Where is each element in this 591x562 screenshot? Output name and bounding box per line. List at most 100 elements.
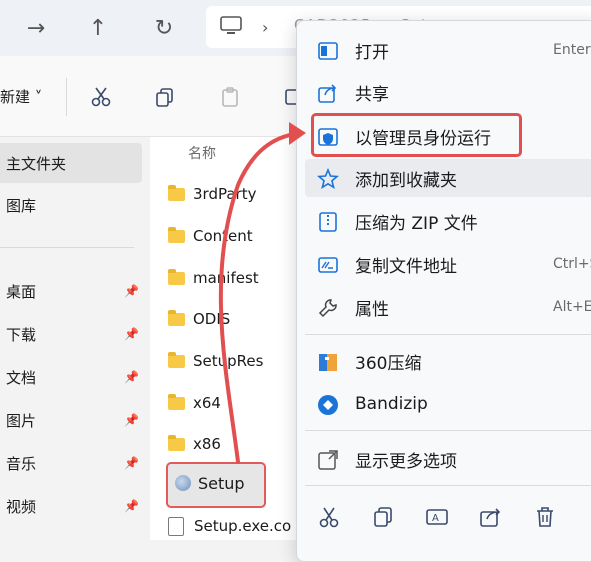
menu-item-label: 复制文件地址 <box>355 256 457 277</box>
delete-icon[interactable] <box>533 505 557 529</box>
list-item[interactable]: 3rdParty <box>168 177 256 211</box>
shortcut-label: Alt+E <box>553 299 591 315</box>
file-name: Setup <box>198 474 245 493</box>
menu-item-copy-path[interactable]: 复制文件地址 Ctrl+S <box>305 245 591 283</box>
menu-item-label: 添加到收藏夹 <box>355 170 457 191</box>
folder-icon <box>168 268 185 285</box>
folder-icon <box>168 226 185 243</box>
computer-icon <box>220 16 242 34</box>
menu-item-label: 打开 <box>355 42 389 63</box>
menu-item-label: 360压缩 <box>355 353 422 374</box>
new-button[interactable]: 新建 ˅ <box>0 86 42 107</box>
sidebar-item-label: 主文件夹 <box>6 154 67 173</box>
file-name: x86 <box>193 435 221 453</box>
file-name: 3rdParty <box>193 185 257 203</box>
menu-item-label: Bandizip <box>355 394 428 414</box>
pin-icon[interactable]: 📌 <box>124 370 139 384</box>
column-header-name[interactable]: 名称 <box>188 143 216 163</box>
sidebar-divider <box>0 247 134 248</box>
open-icon <box>318 42 338 60</box>
menu-item-share[interactable]: 共享 <box>305 73 591 111</box>
sidebar-item-music[interactable]: 音乐 📌 <box>0 443 142 483</box>
menu-separator <box>305 430 591 431</box>
refresh-icon[interactable]: ↻ <box>148 12 180 44</box>
sidebar-item-label: 视频 <box>6 497 37 516</box>
copy-icon[interactable] <box>150 82 180 112</box>
menu-item-open[interactable]: 打开 Enter <box>305 31 591 69</box>
sidebar-item-label: 文档 <box>6 368 37 387</box>
list-item[interactable]: x64 <box>168 386 221 420</box>
file-name: SetupRes <box>193 352 264 370</box>
bandizip-icon <box>318 395 338 415</box>
up-arrow-icon[interactable]: ↑ <box>82 12 114 44</box>
folder-icon <box>168 309 185 326</box>
list-item[interactable]: SetupRes <box>168 344 263 378</box>
copy-path-icon <box>318 257 338 273</box>
star-icon <box>317 168 339 190</box>
menu-item-more-options[interactable]: 显示更多选项 <box>305 440 591 478</box>
menu-item-properties[interactable]: 属性 Alt+E <box>305 288 591 326</box>
folder-icon <box>168 351 185 368</box>
list-item[interactable]: Setup.exe.co <box>168 509 291 543</box>
toolbar-divider <box>66 78 67 116</box>
setup-app-icon <box>175 475 191 491</box>
pin-icon[interactable]: 📌 <box>124 327 139 341</box>
menu-item-label: 显示更多选项 <box>355 451 457 472</box>
sidebar-item-label: 音乐 <box>6 454 37 473</box>
sidebar-item-desktop[interactable]: 桌面 📌 <box>0 271 142 311</box>
menu-item-label: 共享 <box>355 84 389 105</box>
document-icon <box>168 516 184 536</box>
svg-text:A: A <box>432 513 439 524</box>
context-menu-quick-actions: A <box>297 491 591 543</box>
sidebar-item-label: 下载 <box>6 325 37 344</box>
setup-file-row[interactable]: Setup <box>166 462 266 508</box>
sidebar-item-pictures[interactable]: 图片 📌 <box>0 400 142 440</box>
chevron-right-icon[interactable]: › <box>262 18 268 37</box>
shortcut-label: Ctrl+S <box>553 256 591 272</box>
folder-icon <box>168 434 185 451</box>
sidebar-item-gallery[interactable]: 图库 <box>0 185 142 225</box>
file-name: manifest <box>193 269 259 287</box>
sidebar-item-home[interactable]: 主文件夹 <box>0 143 142 183</box>
list-item[interactable]: ODIS <box>168 302 230 336</box>
list-item[interactable]: manifest <box>168 261 259 295</box>
share-icon[interactable] <box>479 505 503 529</box>
file-name: Setup.exe.co <box>194 517 292 535</box>
sidebar-item-label: 图库 <box>6 196 37 215</box>
rename-icon[interactable]: A <box>425 505 449 529</box>
forward-icon[interactable]: → <box>20 12 52 44</box>
pin-icon[interactable]: 📌 <box>124 284 139 298</box>
file-name: ODIS <box>193 310 231 328</box>
more-options-icon <box>318 450 338 470</box>
cut-icon[interactable] <box>86 82 116 112</box>
sidebar-item-videos[interactable]: 视频 📌 <box>0 486 142 526</box>
menu-item-bandizip[interactable]: Bandizip <box>305 385 591 423</box>
pin-icon[interactable]: 📌 <box>124 499 139 513</box>
archive-360-icon <box>319 354 337 371</box>
shortcut-label: Enter <box>553 42 591 58</box>
menu-separator <box>305 334 591 335</box>
menu-item-label: 属性 <box>355 299 389 320</box>
sidebar-item-label: 图片 <box>6 411 37 430</box>
list-item[interactable]: x86 <box>168 427 221 461</box>
list-item[interactable]: Content <box>168 219 253 253</box>
file-name: x64 <box>193 394 221 412</box>
share-icon <box>318 84 337 103</box>
menu-item-compress-zip[interactable]: 压缩为 ZIP 文件 <box>305 202 591 240</box>
sidebar-item-documents[interactable]: 文档 📌 <box>0 357 142 397</box>
sidebar-item-label: 桌面 <box>6 282 37 301</box>
pin-icon[interactable]: 📌 <box>124 413 139 427</box>
run-as-admin-highlight <box>311 113 522 157</box>
zip-icon <box>319 212 337 232</box>
menu-separator <box>305 485 591 486</box>
sidebar-item-downloads[interactable]: 下载 📌 <box>0 314 142 354</box>
cut-icon[interactable] <box>317 505 341 529</box>
folder-icon <box>168 393 185 410</box>
pin-icon[interactable]: 📌 <box>124 456 139 470</box>
copy-icon[interactable] <box>371 505 395 529</box>
wrench-icon <box>318 299 337 318</box>
menu-item-add-favorites[interactable]: 添加到收藏夹 <box>305 159 591 197</box>
menu-item-360-compress[interactable]: 360压缩 <box>305 342 591 380</box>
paste-icon[interactable] <box>215 82 245 112</box>
file-name: Content <box>193 227 253 245</box>
